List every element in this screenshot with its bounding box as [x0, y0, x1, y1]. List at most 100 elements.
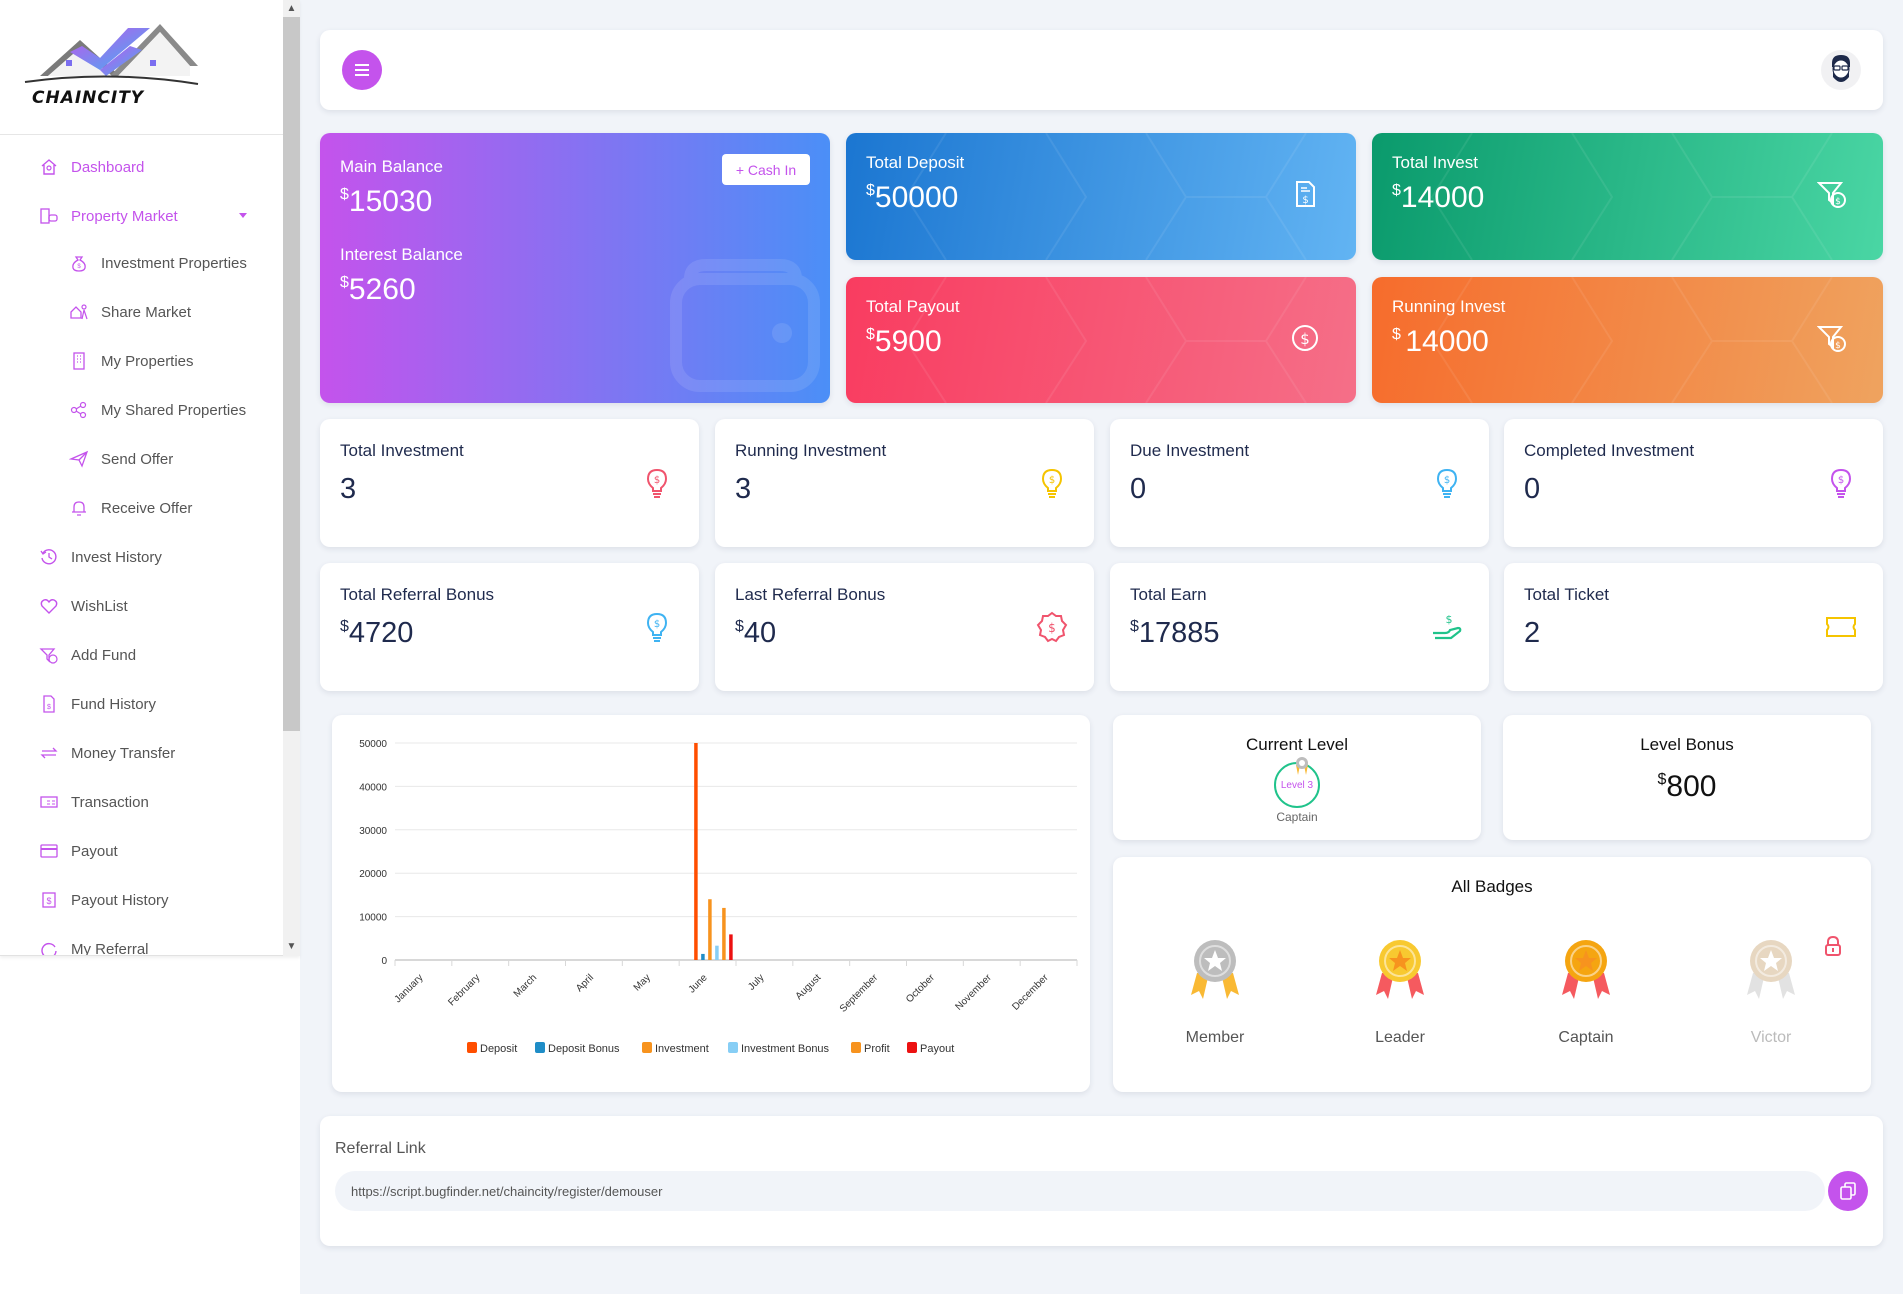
menu-toggle-button[interactable] — [342, 50, 382, 90]
running-invest-label: Running Invest — [1392, 297, 1506, 316]
sidebar-item-transaction[interactable]: Transaction — [39, 787, 149, 817]
brand-logo[interactable]: CHAINCITY — [20, 18, 200, 118]
badge-member[interactable]: Member — [1154, 917, 1276, 1077]
receipt-icon — [39, 792, 59, 812]
total-payout-card: Total Payout $5900 $ — [846, 277, 1356, 403]
stat-label: Total Referral Bonus — [340, 585, 495, 604]
x-tick-label: February — [446, 972, 482, 1008]
sidebar-item-payout[interactable]: Payout — [39, 836, 118, 866]
scroll-up-arrow-icon[interactable]: ▲ — [283, 0, 300, 17]
bar-profit[interactable] — [722, 907, 726, 960]
x-tick-label: March — [512, 972, 539, 999]
badge-name: Victor — [1750, 1029, 1792, 1046]
legend-swatch[interactable] — [535, 1042, 545, 1053]
sidebar-item-my-referral[interactable]: My Referral — [39, 934, 149, 955]
sidebar-scrollbar-thumb[interactable] — [283, 17, 300, 731]
referral-link-card: Referral Link — [320, 1116, 1883, 1246]
total-invest-value: $14000 — [1392, 181, 1485, 214]
legend-label[interactable]: Investment — [655, 1043, 709, 1055]
legend-label[interactable]: Payout — [920, 1043, 954, 1055]
file-dollar-icon: $ — [1296, 181, 1315, 207]
user-avatar[interactable] — [1821, 50, 1861, 90]
sidebar-item-my-shared-properties[interactable]: My Shared Properties — [69, 395, 246, 425]
sidebar-item-dashboard[interactable]: Dashboard — [39, 152, 144, 182]
badge-captain[interactable]: Captain — [1525, 917, 1647, 1077]
stat-value: 3 — [340, 473, 357, 505]
sidebar: CHAINCITY Dashboard Property Market $ Inves… — [0, 0, 300, 1294]
bar-deposit-bonus[interactable] — [701, 953, 705, 960]
total-deposit-value: $50000 — [866, 181, 959, 214]
x-tick-label: September — [838, 972, 881, 1015]
level-bonus-title: Level Bonus — [1640, 735, 1734, 754]
sidebar-item-label: Receive Offer — [101, 499, 193, 517]
running-invest-value: $ 14000 — [1392, 325, 1489, 358]
sidebar-item-investment-properties[interactable]: $ Investment Properties — [69, 248, 247, 278]
dollar-circle-icon: $ — [1292, 325, 1318, 351]
x-tick-label: May — [632, 972, 653, 993]
sidebar-item-payout-history[interactable]: $ Payout History — [39, 885, 169, 915]
dollar-square-icon: $ — [39, 890, 59, 910]
referral-link-input[interactable] — [335, 1171, 1825, 1211]
sidebar-item-invest-history[interactable]: Invest History — [39, 542, 162, 572]
y-tick-label: 10000 — [359, 913, 387, 924]
bar-payout[interactable] — [729, 934, 733, 960]
bulb-dollar-icon: $ — [1436, 468, 1458, 498]
building-icon — [69, 351, 89, 371]
bar-investment[interactable] — [708, 899, 712, 960]
sidebar-item-my-properties[interactable]: My Properties — [69, 346, 194, 376]
stat-label: Total Earn — [1130, 585, 1207, 604]
legend-label[interactable]: Deposit Bonus — [548, 1043, 620, 1055]
medal-icon — [1562, 940, 1610, 999]
svg-text:$: $ — [1835, 197, 1841, 207]
sidebar-item-share-market[interactable]: Share Market — [69, 297, 191, 327]
sidebar-item-send-offer[interactable]: Send Offer — [69, 444, 173, 474]
funnel-dollar-icon: $ — [1817, 182, 1846, 208]
svg-text:$: $ — [1048, 621, 1056, 635]
sidebar-item-add-fund[interactable]: Add Fund — [39, 640, 136, 670]
cash-in-button[interactable]: + Cash In — [722, 154, 810, 185]
svg-text:$: $ — [1444, 475, 1450, 486]
scroll-down-arrow-icon[interactable]: ▼ — [283, 938, 300, 955]
x-tick-label: December — [1010, 972, 1051, 1013]
interest-balance-label: Interest Balance — [340, 245, 463, 264]
heart-icon — [39, 596, 59, 616]
sidebar-item-money-transfer[interactable]: Money Transfer — [39, 738, 175, 768]
svg-text:$: $ — [1835, 341, 1841, 351]
legend-swatch[interactable] — [642, 1042, 652, 1053]
current-level-title: Current Level — [1245, 735, 1349, 754]
stat-value: 3 — [735, 473, 752, 505]
bar-deposit[interactable] — [694, 743, 698, 960]
badge-leader[interactable]: Leader — [1339, 917, 1461, 1077]
sidebar-item-wishlist[interactable]: WishList — [39, 591, 128, 621]
legend-swatch[interactable] — [467, 1042, 477, 1053]
ticket-icon — [1826, 617, 1856, 637]
sidebar-item-fund-history[interactable]: $ Fund History — [39, 689, 156, 719]
bulb-dollar-icon: $ — [646, 612, 668, 642]
bar-investment-bonus[interactable] — [715, 945, 719, 960]
sidebar-item-label: Payout History — [71, 891, 169, 909]
sidebar-item-receive-offer[interactable]: Receive Offer — [69, 493, 192, 523]
user-avatar-icon — [1832, 55, 1850, 82]
sidebar-item-property-market[interactable]: Property Market — [39, 201, 247, 231]
copy-link-button[interactable] — [1828, 1171, 1868, 1211]
sidebar-item-label: Dashboard — [71, 158, 145, 176]
top-header — [320, 30, 1883, 110]
main-balance-card: Main Balance $15030 Interest Balance $52… — [320, 133, 830, 403]
svg-text:$: $ — [1838, 475, 1844, 486]
legend-label[interactable]: Deposit — [480, 1043, 517, 1055]
badge-victor[interactable]: Victor — [1710, 917, 1832, 1077]
buildings-icon — [39, 206, 59, 226]
caret-down-icon[interactable] — [239, 213, 247, 218]
legend-swatch[interactable] — [851, 1042, 861, 1053]
current-level-card: Current Level Level 3 Captain — [1113, 715, 1481, 840]
legend-label[interactable]: Investment Bonus — [741, 1043, 830, 1055]
referral-link-title: Referral Link — [335, 1140, 426, 1157]
all-badges-title: All Badges — [1451, 877, 1533, 896]
total-invest-label: Total Invest — [1392, 153, 1478, 172]
legend-swatch[interactable] — [728, 1042, 738, 1053]
legend-label[interactable]: Profit — [864, 1043, 890, 1055]
stat-card-total-investment: Total Investment 3 $ — [320, 419, 699, 547]
main-balance-value: $15030 — [340, 185, 433, 218]
medal-icon — [1296, 757, 1308, 775]
legend-swatch[interactable] — [907, 1042, 917, 1053]
